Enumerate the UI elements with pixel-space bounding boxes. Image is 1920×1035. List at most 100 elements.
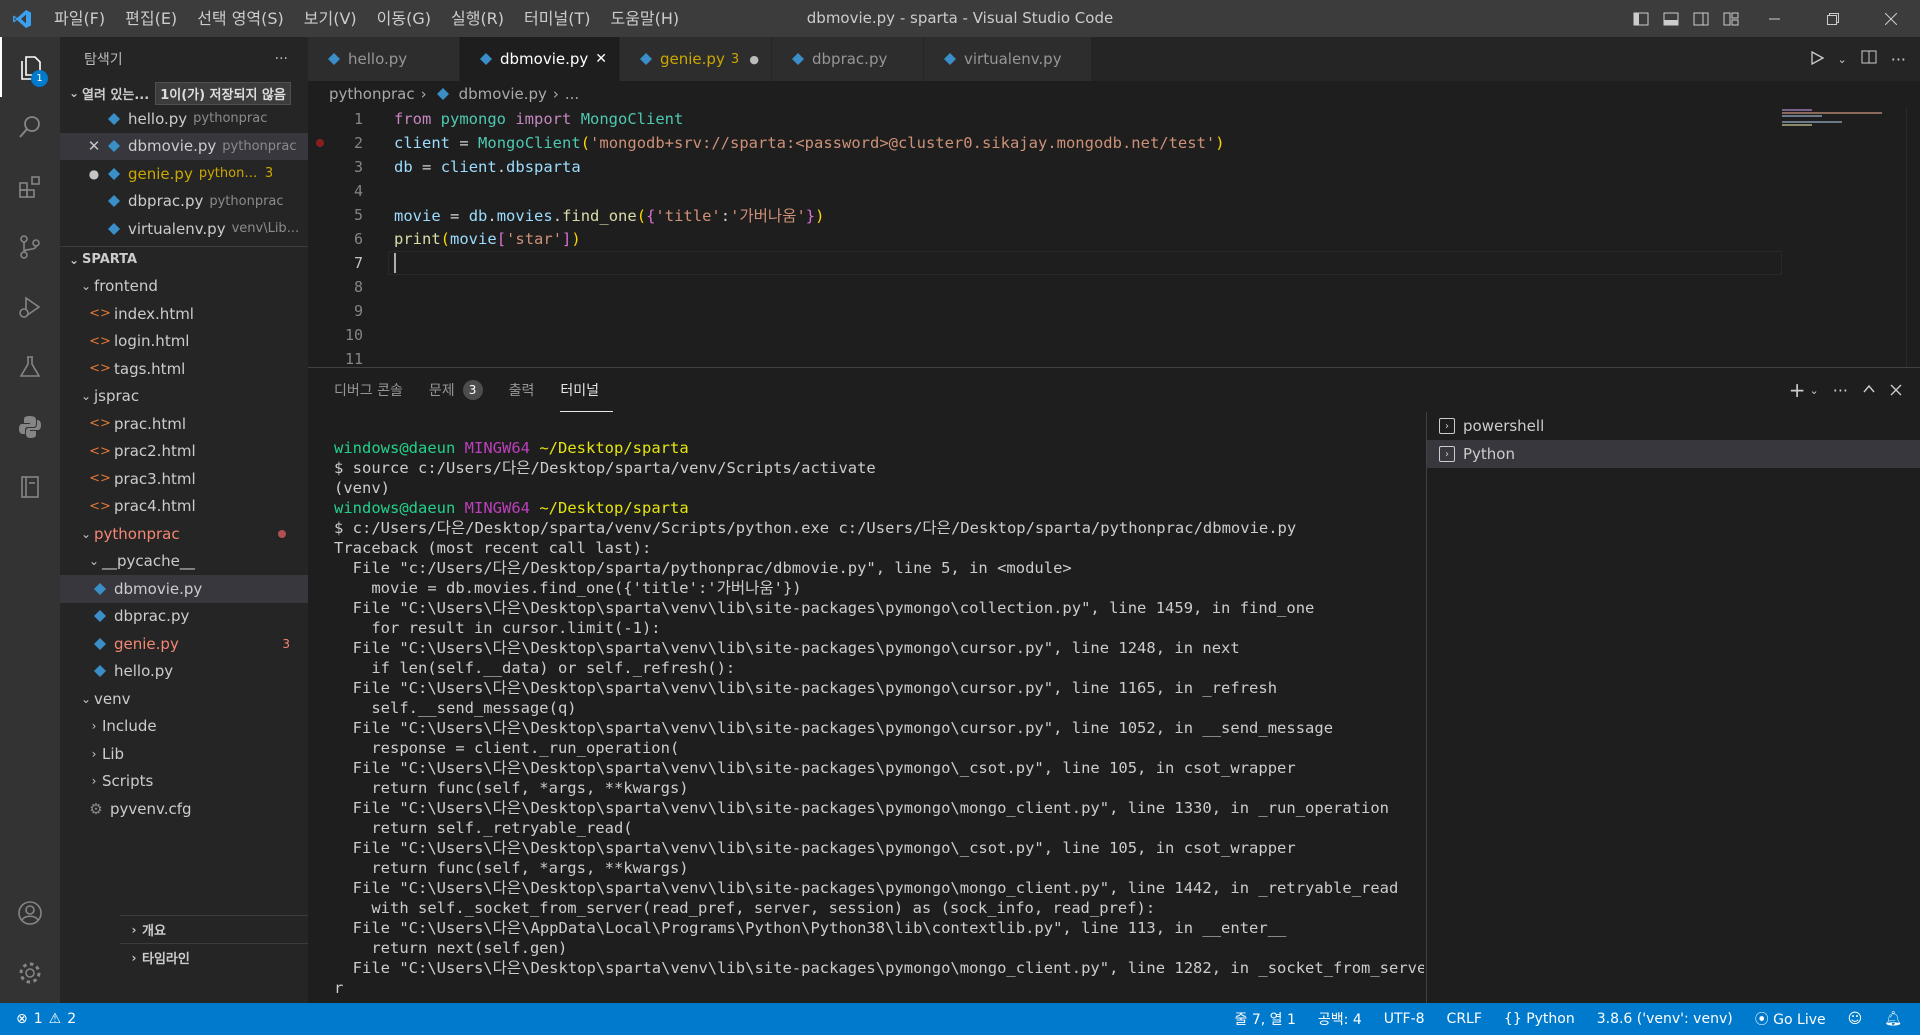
notebook-activity-icon[interactable] — [0, 457, 60, 517]
minimap[interactable] — [1782, 107, 1892, 367]
tab-output[interactable]: 출력 — [509, 368, 549, 412]
terminal-dropdown-chevron-icon[interactable]: ⌄ — [1810, 384, 1819, 397]
editor-tabs: hello.py dbmovie.py ✕ genie.py 3 ● dbpra… — [308, 37, 1920, 81]
menu-edit[interactable]: 편집(E) — [115, 0, 187, 37]
cursor-position[interactable]: 줄 7, 열 1 — [1235, 1009, 1296, 1029]
open-editor-item-active[interactable]: ✕ dbmovie.py pythonprac — [60, 132, 308, 160]
tree-file[interactable]: <> tags.html — [60, 355, 308, 383]
tree-file[interactable]: <> prac2.html — [60, 438, 308, 466]
unsaved-dot-icon[interactable]: ● — [749, 53, 759, 66]
open-editor-item-modified[interactable]: ● genie.py pythonp... 3 — [60, 160, 308, 188]
testing-activity-icon[interactable] — [0, 337, 60, 397]
open-editor-item[interactable]: hello.py pythonprac — [60, 105, 308, 133]
tree-file[interactable]: <> prac.html — [60, 410, 308, 438]
maximize-panel-chevron-up-icon[interactable] — [1862, 381, 1876, 400]
code-editor[interactable]: 1 from pymongo import MongoClient 2 clie… — [308, 107, 1920, 367]
explorer-activity-icon[interactable]: 1 — [0, 37, 60, 97]
menu-help[interactable]: 도움말(H) — [600, 0, 689, 37]
extensions-activity-icon[interactable] — [0, 157, 60, 217]
folder-frontend[interactable]: ⌄ frontend — [60, 273, 308, 301]
close-panel-icon[interactable] — [1890, 381, 1902, 400]
tab-dbmovie[interactable]: dbmovie.py ✕ — [460, 37, 620, 81]
accounts-icon[interactable] — [0, 883, 60, 943]
chevron-down-icon: ⌄ — [68, 86, 80, 100]
problems-status[interactable]: ⊗ 1 ⚠ 2 — [0, 1011, 76, 1027]
go-live[interactable]: ⦿ Go Live — [1755, 1009, 1826, 1029]
open-editors-section[interactable]: ⌄ 열려 있는... 1이(가) 저장되지 않음 — [60, 81, 308, 105]
customize-layout-icon[interactable] — [1716, 0, 1746, 37]
tab-dbprac[interactable]: dbprac.py — [772, 37, 924, 81]
feedback-icon[interactable]: ☺ — [1848, 1011, 1863, 1027]
more-actions-icon[interactable]: ··· — [1833, 381, 1848, 400]
end-of-line[interactable]: CRLF — [1447, 1011, 1482, 1027]
breadcrumb-file[interactable]: dbmovie.py — [459, 85, 547, 103]
menu-terminal[interactable]: 터미널(T) — [514, 0, 600, 37]
open-editor-item[interactable]: dbprac.py pythonprac — [60, 188, 308, 216]
tab-genie[interactable]: genie.py 3 ● — [620, 37, 772, 81]
tab-debug-console[interactable]: 디버그 콘솔 — [334, 368, 417, 412]
terminal-icon: › — [1439, 446, 1455, 462]
tab-problems[interactable]: 문제 3 — [429, 368, 497, 412]
tree-file-error[interactable]: genie.py 3 — [60, 630, 308, 658]
tree-file[interactable]: <> index.html — [60, 300, 308, 328]
folder-venv[interactable]: ⌄ venv — [60, 685, 308, 713]
toggle-sidebar-icon[interactable] — [1626, 0, 1656, 37]
encoding[interactable]: UTF-8 — [1384, 1011, 1425, 1027]
explorer-more-icon[interactable]: ··· — [275, 51, 288, 67]
folder-pycache[interactable]: ⌄ __pycache__ — [60, 548, 308, 576]
tree-file-active[interactable]: dbmovie.py — [60, 575, 308, 603]
terminal-item-powershell[interactable]: › powershell — [1427, 412, 1920, 440]
folder-jsprac[interactable]: ⌄ jsprac — [60, 383, 308, 411]
minimize-icon[interactable] — [1746, 0, 1804, 37]
tree-file[interactable]: dbprac.py — [60, 603, 308, 631]
toggle-panel-icon[interactable] — [1656, 0, 1686, 37]
menu-file[interactable]: 파일(F) — [44, 0, 115, 37]
python-activity-icon[interactable] — [0, 397, 60, 457]
menu-view[interactable]: 보기(V) — [294, 0, 367, 37]
editor-scrollbar[interactable] — [1906, 107, 1920, 367]
chevron-right-icon: › — [91, 746, 97, 761]
python-interpreter[interactable]: 3.8.6 ('venv': venv) — [1597, 1011, 1733, 1027]
terminal-output[interactable]: windows@daeun MINGW64 ~/Desktop/sparta $ … — [334, 438, 1424, 998]
run-debug-activity-icon[interactable] — [0, 277, 60, 337]
close-window-icon[interactable] — [1862, 0, 1920, 37]
restore-icon[interactable] — [1804, 0, 1862, 37]
menu-selection[interactable]: 선택 영역(S) — [187, 0, 294, 37]
toggle-secondary-sidebar-icon[interactable] — [1686, 0, 1716, 37]
folder-scripts[interactable]: › Scripts — [60, 768, 308, 796]
workspace-section[interactable]: ⌄ SPARTA — [60, 245, 308, 273]
folder-lib[interactable]: › Lib — [60, 740, 308, 768]
source-control-activity-icon[interactable] — [0, 217, 60, 277]
menu-run[interactable]: 실행(R) — [441, 0, 514, 37]
language-mode[interactable]: {} Python — [1504, 1011, 1575, 1027]
settings-gear-icon[interactable] — [0, 943, 60, 1003]
tree-file[interactable]: <> login.html — [60, 328, 308, 356]
run-play-icon[interactable] — [1810, 50, 1824, 69]
tree-file[interactable]: <> prac4.html — [60, 493, 308, 521]
close-tab-icon[interactable]: ✕ — [595, 51, 607, 67]
search-activity-icon[interactable] — [0, 97, 60, 157]
tab-label: dbmovie.py — [500, 50, 589, 68]
code-line: 1 from pymongo import MongoClient — [308, 107, 1920, 131]
tab-hello[interactable]: hello.py — [308, 37, 460, 81]
tree-file[interactable]: ⚙ pyvenv.cfg — [60, 795, 308, 823]
tree-file[interactable]: hello.py — [60, 658, 308, 686]
folder-pythonprac[interactable]: ⌄ pythonprac — [60, 520, 308, 548]
new-terminal-plus-icon[interactable]: + — [1789, 378, 1806, 402]
tab-virtualenv[interactable]: virtualenv.py — [924, 37, 1092, 81]
run-dropdown-chevron-icon[interactable]: ⌄ — [1838, 53, 1847, 66]
close-icon[interactable]: ✕ — [84, 137, 104, 155]
split-editor-icon[interactable] — [1861, 49, 1877, 69]
notifications-bell-icon[interactable]: 🔔︎ — [1884, 1011, 1902, 1027]
breadcrumb-more[interactable]: ... — [565, 85, 579, 103]
breadcrumb-folder[interactable]: pythonprac — [329, 85, 415, 103]
menu-go[interactable]: 이동(G) — [367, 0, 441, 37]
folder-include[interactable]: › Include — [60, 713, 308, 741]
open-editor-item[interactable]: virtualenv.py venv\Lib... — [60, 215, 308, 243]
more-actions-icon[interactable]: ··· — [1891, 50, 1906, 69]
tab-terminal[interactable]: 터미널 — [560, 368, 614, 412]
indentation[interactable]: 공백: 4 — [1318, 1009, 1362, 1029]
tree-file[interactable]: <> prac3.html — [60, 465, 308, 493]
activity-bar: 1 — [0, 37, 60, 1003]
terminal-item-python[interactable]: › Python — [1427, 440, 1920, 468]
